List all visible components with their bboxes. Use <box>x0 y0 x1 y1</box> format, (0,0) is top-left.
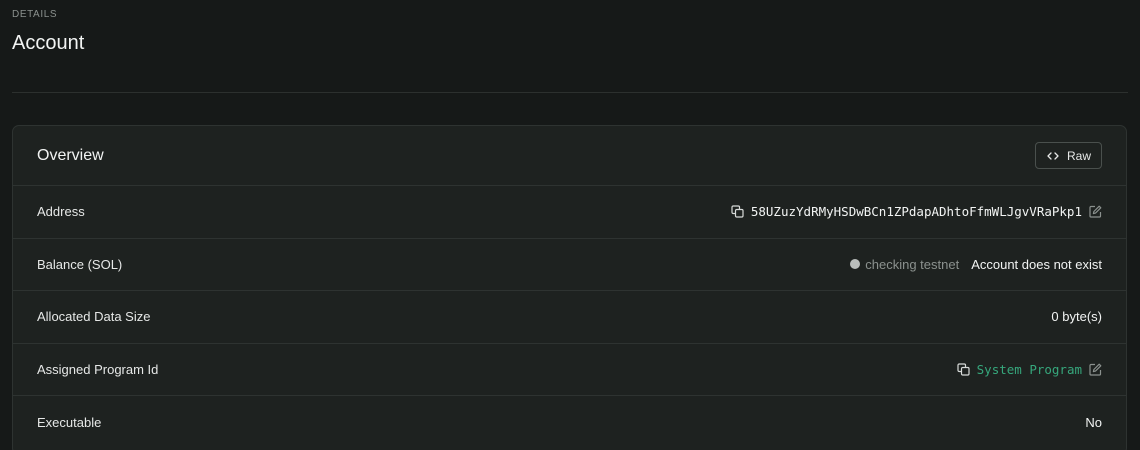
overview-card: Overview Raw Address 58UZuzYdRMyHSDwBCn1… <box>12 125 1127 450</box>
card-header: Overview Raw <box>13 126 1126 186</box>
address-value-group: 58UZuzYdRMyHSDwBCn1ZPdapADhtoFfmWLJgvVRa… <box>731 204 1102 219</box>
network-status-text: checking testnet <box>865 256 960 272</box>
edit-icon[interactable] <box>1088 363 1102 377</box>
address-value[interactable]: 58UZuzYdRMyHSDwBCn1ZPdapADhtoFfmWLJgvVRa… <box>751 204 1082 219</box>
row-program-id: Assigned Program Id System Program <box>13 344 1126 397</box>
card-title: Overview <box>37 146 104 164</box>
edit-icon[interactable] <box>1088 205 1102 219</box>
program-id-value-group: System Program <box>957 362 1102 377</box>
row-label-data-size: Allocated Data Size <box>37 309 151 325</box>
raw-button[interactable]: Raw <box>1034 142 1102 169</box>
row-label-executable: Executable <box>37 415 102 431</box>
account-details-page: DETAILS Account Overview Raw Address 58U… <box>0 0 1140 450</box>
row-label-balance: Balance (SOL) <box>37 256 123 272</box>
program-id-link[interactable]: System Program <box>977 362 1082 377</box>
header-divider <box>12 92 1128 93</box>
row-label-address: Address <box>37 204 85 220</box>
copy-icon[interactable] <box>731 205 745 219</box>
row-address: Address 58UZuzYdRMyHSDwBCn1ZPdapADhtoFfm… <box>13 186 1126 239</box>
row-executable: Executable No <box>13 396 1126 449</box>
balance-value: Account does not exist <box>971 256 1102 272</box>
code-icon <box>1046 149 1060 163</box>
row-balance: Balance (SOL) checking testnet Account d… <box>13 239 1126 292</box>
raw-button-label: Raw <box>1066 148 1091 163</box>
copy-icon[interactable] <box>957 363 971 377</box>
data-size-value: 0 byte(s) <box>1051 309 1102 325</box>
balance-value-group: checking testnet Account does not exist <box>850 257 1102 272</box>
executable-value: No <box>1085 415 1102 431</box>
section-eyebrow: DETAILS <box>12 9 58 20</box>
row-label-program-id: Assigned Program Id <box>37 362 159 378</box>
page-title: Account <box>12 32 85 54</box>
network-status: checking testnet <box>850 257 959 272</box>
row-data-size: Allocated Data Size 0 byte(s) <box>13 291 1126 344</box>
status-dot-icon <box>850 259 861 270</box>
